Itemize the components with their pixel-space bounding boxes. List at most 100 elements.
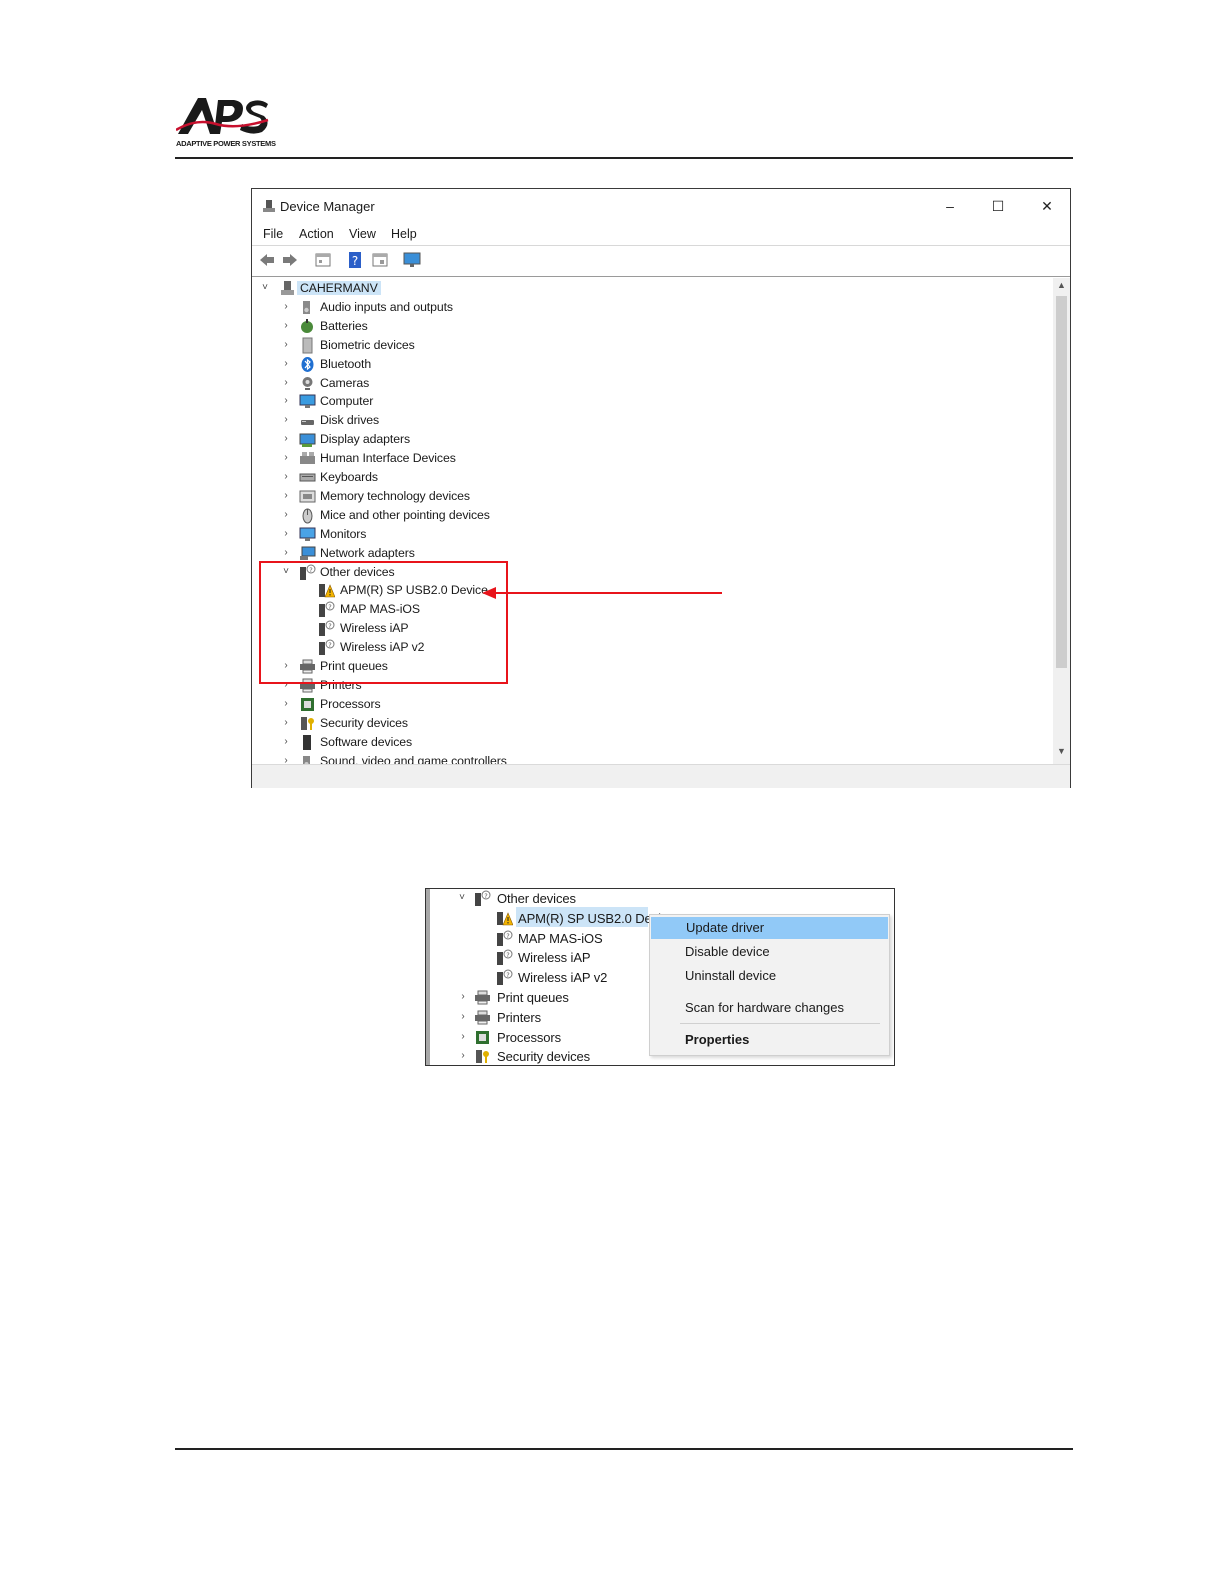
chevron-right-icon[interactable]: › bbox=[280, 451, 292, 465]
tree-category[interactable]: › Processors bbox=[252, 695, 652, 714]
back-arrow-icon[interactable] bbox=[258, 251, 276, 269]
chevron-right-icon[interactable]: › bbox=[280, 735, 292, 749]
forward-arrow-icon[interactable] bbox=[281, 251, 299, 269]
right-click-menu: Update driver Disable device Uninstall d… bbox=[649, 914, 890, 1056]
security-icon bbox=[474, 1048, 492, 1065]
tree-category[interactable]: › Audio inputs and outputs bbox=[252, 298, 652, 317]
disk-drive-icon bbox=[299, 412, 316, 429]
chevron-right-icon[interactable]: › bbox=[280, 413, 292, 427]
chevron-right-icon[interactable]: › bbox=[280, 470, 292, 484]
tree-category[interactable]: › Mice and other pointing devices bbox=[252, 506, 652, 525]
close-button[interactable]: ✕ bbox=[1029, 195, 1065, 217]
scan-hardware-menu-item[interactable]: Scan for hardware changes bbox=[685, 1000, 844, 1015]
context-tree-row[interactable]: › Print queues bbox=[426, 988, 646, 1008]
help-icon[interactable]: ? bbox=[346, 251, 364, 269]
tree-category[interactable]: › Cameras bbox=[252, 374, 652, 393]
tree-category[interactable]: › Keyboards bbox=[252, 468, 652, 487]
tree-category[interactable]: › Software devices bbox=[252, 733, 652, 752]
maximize-button[interactable]: ☐ bbox=[980, 195, 1016, 217]
properties-menu-item[interactable]: Properties bbox=[685, 1032, 749, 1047]
tree-category[interactable]: › Disk drives bbox=[252, 411, 652, 430]
computer-icon bbox=[299, 393, 316, 410]
chevron-right-icon[interactable]: › bbox=[280, 376, 292, 390]
chevron-right-icon[interactable]: › bbox=[280, 697, 292, 711]
menu-view[interactable]: View bbox=[349, 227, 376, 241]
tree-category[interactable]: › Human Interface Devices bbox=[252, 449, 652, 468]
tree-item-label: Sound, video and game controllers bbox=[320, 753, 507, 765]
chevron-down-icon[interactable]: ˅ bbox=[456, 892, 468, 906]
menu-help[interactable]: Help bbox=[391, 227, 417, 241]
chevron-down-icon[interactable]: ˅ bbox=[259, 281, 271, 295]
speaker-icon bbox=[299, 299, 316, 316]
tree-item-label: Cameras bbox=[320, 375, 370, 390]
vertical-scrollbar[interactable]: ▲ ▼ bbox=[1053, 278, 1070, 764]
tree-category[interactable]: › Monitors bbox=[252, 525, 652, 544]
tree-category[interactable]: › Bluetooth bbox=[252, 355, 652, 374]
menu-action[interactable]: Action bbox=[299, 227, 334, 241]
battery-icon bbox=[299, 318, 316, 335]
context-tree-row[interactable]: APM(R) SP USB2.0 Devic bbox=[426, 909, 667, 929]
chevron-right-icon[interactable]: › bbox=[280, 394, 292, 408]
tree-category[interactable]: › Display adapters bbox=[252, 430, 652, 449]
scroll-down-icon[interactable]: ▼ bbox=[1055, 746, 1068, 760]
scrollbar-thumb[interactable] bbox=[1056, 296, 1067, 668]
menu-file[interactable]: File bbox=[263, 227, 283, 241]
memory-icon bbox=[299, 488, 316, 505]
chevron-right-icon[interactable]: › bbox=[457, 1050, 469, 1064]
network-adapter-icon bbox=[299, 545, 316, 562]
pointer-arrow-icon bbox=[482, 587, 722, 599]
context-tree-row[interactable]: › Printers bbox=[426, 1008, 646, 1028]
tree-item-label: Mice and other pointing devices bbox=[320, 507, 490, 522]
chevron-right-icon[interactable]: › bbox=[280, 546, 292, 560]
tree-item-label: Memory technology devices bbox=[320, 488, 470, 503]
context-tree-row[interactable]: › Processors bbox=[426, 1028, 646, 1048]
toolbar: ? bbox=[252, 246, 1070, 274]
chevron-right-icon[interactable]: › bbox=[280, 300, 292, 314]
update-driver-menu-item[interactable]: Update driver bbox=[651, 917, 888, 939]
chevron-right-icon[interactable]: › bbox=[280, 527, 292, 541]
disable-device-menu-item[interactable]: Disable device bbox=[685, 944, 770, 959]
chevron-right-icon[interactable]: › bbox=[280, 357, 292, 371]
chevron-right-icon[interactable]: › bbox=[457, 991, 469, 1005]
device-manager-icon bbox=[263, 200, 275, 212]
context-tree-row[interactable]: › Security devices bbox=[426, 1047, 646, 1065]
chevron-right-icon[interactable]: › bbox=[457, 1031, 469, 1045]
software-device-icon bbox=[299, 734, 316, 751]
bluetooth-icon bbox=[299, 356, 316, 373]
tree-item-label: Network adapters bbox=[320, 545, 415, 560]
monitor-icon[interactable] bbox=[403, 251, 421, 269]
tree-category[interactable]: › Network adapters bbox=[252, 544, 652, 563]
context-tree-row[interactable]: ? Wireless iAP v2 bbox=[426, 968, 646, 988]
chevron-right-icon[interactable]: › bbox=[280, 754, 292, 765]
window-title: Device Manager bbox=[280, 199, 375, 214]
svg-text:?: ? bbox=[506, 932, 509, 940]
chevron-right-icon[interactable]: › bbox=[280, 489, 292, 503]
unknown-device-icon: ? bbox=[474, 890, 492, 908]
chevron-right-icon[interactable]: › bbox=[280, 319, 292, 333]
unknown-device-icon: ? bbox=[496, 949, 514, 967]
chevron-right-icon[interactable]: › bbox=[457, 1011, 469, 1025]
context-tree-row[interactable]: ? Wireless iAP bbox=[426, 948, 646, 968]
context-tree-row[interactable]: ˅? Other devices bbox=[426, 889, 646, 909]
chevron-right-icon[interactable]: › bbox=[280, 338, 292, 352]
scroll-up-icon[interactable]: ▲ bbox=[1055, 280, 1068, 294]
tree-category[interactable]: › Biometric devices bbox=[252, 336, 652, 355]
tree-root[interactable]: ˅ CAHERMANV bbox=[252, 279, 552, 298]
tree-category[interactable]: › Security devices bbox=[252, 714, 652, 733]
view-icon[interactable] bbox=[371, 251, 389, 269]
tree-category[interactable]: › Batteries bbox=[252, 317, 652, 336]
monitor-icon bbox=[299, 526, 316, 543]
unknown-device-icon: ? bbox=[496, 930, 514, 948]
uninstall-device-menu-item[interactable]: Uninstall device bbox=[685, 968, 776, 983]
tree-category[interactable]: › Sound, video and game controllers bbox=[252, 752, 652, 765]
chevron-right-icon[interactable]: › bbox=[280, 716, 292, 730]
tree-category[interactable]: › Computer bbox=[252, 392, 652, 411]
properties-icon[interactable] bbox=[314, 251, 332, 269]
tree-item-label: Printers bbox=[497, 1009, 541, 1025]
tree-category[interactable]: › Memory technology devices bbox=[252, 487, 652, 506]
context-tree-row[interactable]: ? MAP MAS-iOS bbox=[426, 929, 646, 949]
printer-icon bbox=[474, 1009, 492, 1027]
chevron-right-icon[interactable]: › bbox=[280, 508, 292, 522]
chevron-right-icon[interactable]: › bbox=[280, 432, 292, 446]
minimize-button[interactable]: – bbox=[932, 195, 968, 217]
